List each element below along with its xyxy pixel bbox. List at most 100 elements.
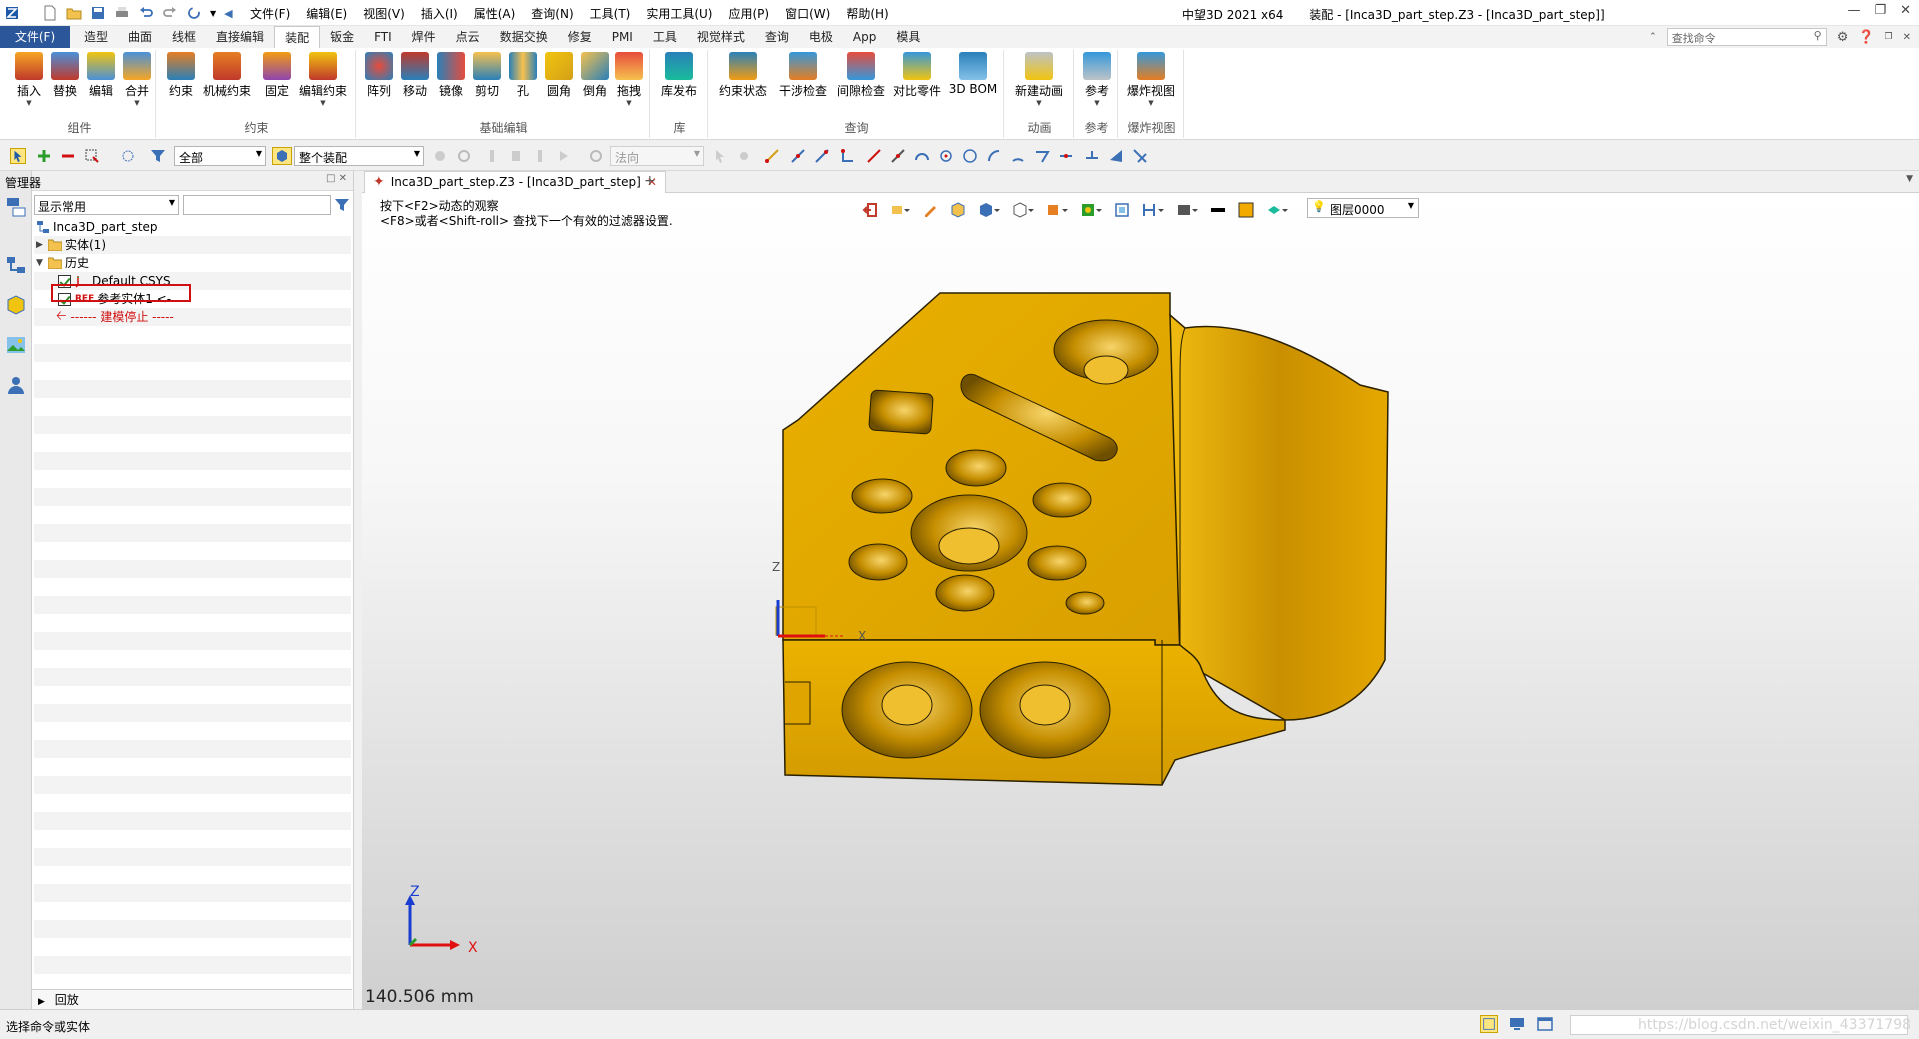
save-icon[interactable] bbox=[90, 5, 106, 21]
minimize-icon[interactable]: — bbox=[1847, 3, 1860, 18]
menu-view[interactable]: 视图(V) bbox=[363, 5, 405, 22]
mechanical-constraint-button[interactable]: 机械约束 bbox=[203, 52, 251, 99]
undo-icon[interactable] bbox=[138, 5, 154, 21]
tree-item-solids[interactable]: ▶ 实体(1) bbox=[36, 236, 106, 254]
snap-curve-icon[interactable] bbox=[1034, 148, 1050, 164]
snap-circle-icon[interactable] bbox=[962, 148, 978, 164]
filter-type-select[interactable]: 全部 ▼ bbox=[174, 146, 266, 166]
snap-center-icon[interactable] bbox=[938, 148, 954, 164]
tree-item-history[interactable]: ▼ 历史 bbox=[36, 254, 89, 272]
tab-data-exchange[interactable]: 数据交换 bbox=[490, 26, 558, 48]
history-manager-icon[interactable] bbox=[4, 195, 28, 219]
tab-pmi[interactable]: PMI bbox=[602, 26, 643, 48]
3d-bom-button[interactable]: 3D BOM bbox=[949, 52, 997, 96]
snap-perp-icon[interactable] bbox=[840, 148, 856, 164]
snap-quadrant-icon[interactable] bbox=[986, 148, 1002, 164]
back-arrow-icon[interactable]: ◀ bbox=[224, 7, 232, 20]
tab-list-icon[interactable]: ▼ bbox=[1906, 174, 1913, 184]
tab-repair[interactable]: 修复 bbox=[558, 26, 602, 48]
modeling-stop-marker[interactable]: 🡠 ------ 建模停止 ----- bbox=[56, 308, 174, 326]
tab-tools[interactable]: 工具 bbox=[643, 26, 687, 48]
qa-dropdown-icon[interactable]: ▼ bbox=[210, 9, 216, 18]
box-select-icon[interactable] bbox=[84, 148, 100, 164]
part-library-icon[interactable] bbox=[4, 293, 28, 317]
tree-root[interactable]: Inca3D_part_step bbox=[36, 218, 158, 236]
new-file-icon[interactable] bbox=[42, 5, 58, 21]
reference-button[interactable]: 参考 ▼ bbox=[1080, 52, 1114, 107]
drag-button[interactable]: 拖拽 ▼ bbox=[612, 52, 646, 107]
tab-visual-style[interactable]: 视觉样式 bbox=[687, 26, 755, 48]
menu-file[interactable]: 文件(F) bbox=[250, 5, 290, 22]
manager-view-select[interactable]: 显示常用 ▼ bbox=[34, 195, 179, 215]
document-tab[interactable]: ✦ Inca3D_part_step.Z3 - [Inca3D_part_ste… bbox=[364, 171, 666, 193]
tab-inquire[interactable]: 查询 bbox=[755, 26, 799, 48]
file-menu-button[interactable]: 文件(F) bbox=[0, 26, 70, 48]
collapse-ribbon-icon[interactable]: ⌃ bbox=[1649, 32, 1657, 42]
tab-fti[interactable]: FTI bbox=[364, 26, 402, 48]
rollback-bar[interactable]: ▶ 回放 bbox=[32, 989, 352, 1009]
close-panel-icon[interactable]: ✕ bbox=[1903, 32, 1911, 43]
tab-direct-edit[interactable]: 直接编辑 bbox=[206, 26, 274, 48]
tab-mold[interactable]: 模具 bbox=[886, 26, 930, 48]
tab-wireframe[interactable]: 线框 bbox=[162, 26, 206, 48]
image-library-icon[interactable] bbox=[4, 333, 28, 357]
lasso-select-icon[interactable] bbox=[120, 148, 136, 164]
settings-gear-icon[interactable]: ⚙ bbox=[1837, 30, 1849, 45]
expand-icon[interactable]: ▶ bbox=[38, 997, 45, 1007]
restore-panel-icon[interactable]: ❐ bbox=[1885, 32, 1893, 42]
snap-surface-icon[interactable] bbox=[1058, 148, 1074, 164]
remove-select-icon[interactable] bbox=[60, 148, 76, 164]
print-icon[interactable] bbox=[114, 5, 130, 21]
snap-midpoint-icon[interactable] bbox=[790, 148, 806, 164]
selection-scope-select[interactable]: 整个装配 ▼ bbox=[294, 146, 424, 166]
add-tab-icon[interactable]: + bbox=[644, 173, 656, 189]
graphics-viewport[interactable]: 按下<F2>动态的观察 <F8>或者<Shift-roll> 查找下一个有效的过… bbox=[362, 193, 1919, 1009]
tab-assembly[interactable]: 装配 bbox=[274, 26, 321, 48]
clearance-check-button[interactable]: 间隙检查 bbox=[837, 52, 885, 99]
constraint-button[interactable]: 约束 bbox=[164, 52, 198, 99]
snap-line-icon[interactable] bbox=[814, 148, 830, 164]
menu-window[interactable]: 窗口(W) bbox=[785, 5, 830, 22]
collapse-icon[interactable]: ▼ bbox=[36, 254, 48, 272]
part-model[interactable] bbox=[362, 193, 1919, 1009]
filter-icon[interactable] bbox=[150, 148, 166, 164]
tab-point-cloud[interactable]: 点云 bbox=[446, 26, 490, 48]
tab-electrode[interactable]: 电极 bbox=[799, 26, 843, 48]
help-icon[interactable]: ❓ bbox=[1858, 30, 1874, 45]
menu-edit[interactable]: 编辑(E) bbox=[306, 5, 347, 22]
snap-endpoint-icon[interactable] bbox=[764, 148, 780, 164]
add-select-icon[interactable] bbox=[36, 148, 52, 164]
new-animation-button[interactable]: 新建动画 ▼ bbox=[1015, 52, 1063, 107]
menu-insert[interactable]: 插入(I) bbox=[421, 5, 458, 22]
expand-icon[interactable]: ▶ bbox=[36, 236, 48, 254]
compare-parts-button[interactable]: 对比零件 bbox=[893, 52, 941, 99]
snap-arc-icon[interactable] bbox=[914, 148, 930, 164]
regen-icon[interactable] bbox=[186, 5, 202, 21]
tab-modeling[interactable]: 造型 bbox=[74, 26, 118, 48]
status-monitor-icon[interactable] bbox=[1508, 1015, 1526, 1033]
assembly-manager-icon[interactable] bbox=[4, 253, 28, 277]
manager-pin-close-icon[interactable]: □ ✕ bbox=[326, 173, 347, 184]
merge-button[interactable]: 合并 ▼ bbox=[120, 52, 154, 107]
snap-tangent-icon[interactable] bbox=[890, 148, 906, 164]
tab-surface[interactable]: 曲面 bbox=[118, 26, 162, 48]
manager-filter-input[interactable] bbox=[183, 195, 331, 215]
search-icon[interactable]: ⚲ bbox=[1814, 29, 1822, 42]
interference-check-button[interactable]: 干涉检查 bbox=[779, 52, 827, 99]
fix-button[interactable]: 固定 bbox=[260, 52, 294, 99]
menu-help[interactable]: 帮助(H) bbox=[846, 5, 888, 22]
tab-weldment[interactable]: 焊件 bbox=[402, 26, 446, 48]
library-publish-button[interactable]: 库发布 bbox=[661, 52, 697, 99]
exploded-view-button[interactable]: 爆炸视图 ▼ bbox=[1127, 52, 1175, 107]
tab-sheetmetal[interactable]: 钣金 bbox=[320, 26, 364, 48]
snap-component-icon[interactable] bbox=[1132, 148, 1148, 164]
menu-attribute[interactable]: 属性(A) bbox=[474, 5, 516, 22]
menu-inquire[interactable]: 查询(N) bbox=[531, 5, 573, 22]
menu-tools[interactable]: 工具(T) bbox=[590, 5, 631, 22]
status-window-icon[interactable] bbox=[1536, 1015, 1554, 1033]
user-role-icon[interactable] bbox=[4, 373, 28, 397]
command-search-input[interactable]: 查找命令 ⚲ bbox=[1666, 28, 1827, 46]
snap-diag-icon[interactable] bbox=[866, 148, 882, 164]
snap-face-icon[interactable] bbox=[1084, 148, 1100, 164]
maximize-icon[interactable]: ❐ bbox=[1874, 3, 1886, 18]
